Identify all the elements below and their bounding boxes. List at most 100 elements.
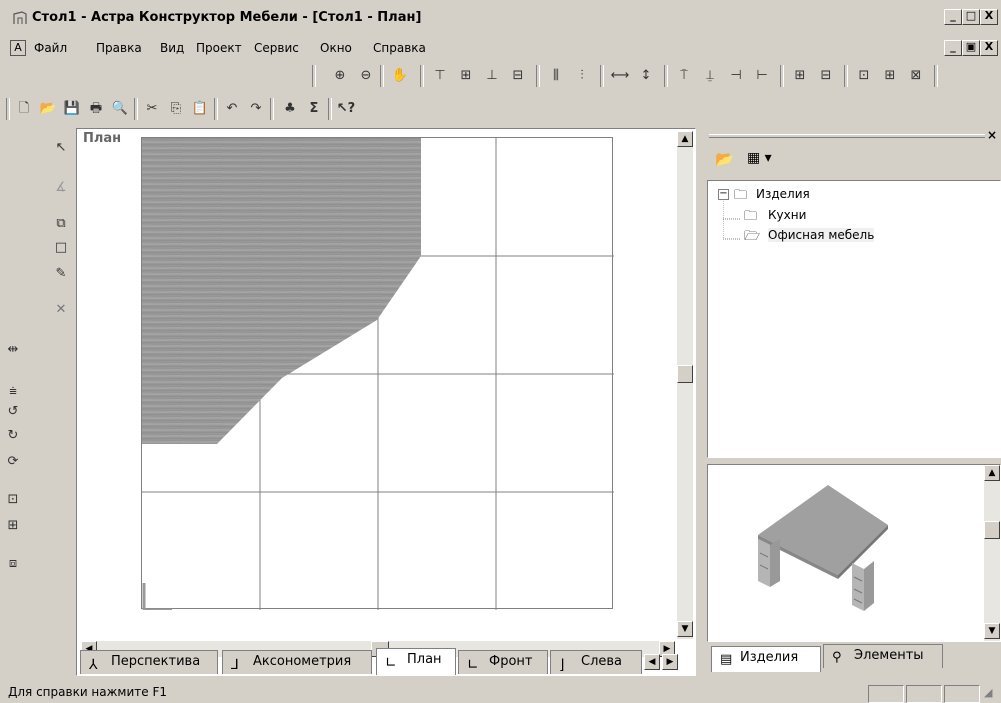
preview-vscroll-thumb[interactable] — [984, 521, 1000, 539]
status-panel-3 — [944, 685, 980, 703]
menu-file[interactable]: Файл — [34, 41, 67, 55]
align-middle-icon[interactable]: ⊞ — [456, 66, 476, 86]
distribute-h-icon[interactable]: ⫼ — [546, 66, 566, 86]
align-bottom-icon[interactable]: ⊥ — [482, 66, 502, 86]
layout-3-icon[interactable]: ⊡ — [854, 66, 874, 86]
distribute-v-icon[interactable]: ⫶ — [572, 66, 592, 86]
panel-close-icon[interactable]: × — [987, 128, 997, 142]
print-icon[interactable]: 🖶 — [86, 99, 106, 119]
tab-elements[interactable]: ⚲ Элементы — [823, 644, 943, 668]
tab-front[interactable]: ∟ Фронт — [458, 650, 548, 674]
structure-icon[interactable]: ♣ — [280, 99, 300, 119]
toolbar-separator — [600, 65, 604, 87]
delete-icon[interactable]: ✕ — [50, 300, 72, 320]
snap-left-icon[interactable]: ⊣ — [726, 66, 746, 86]
tab-plan[interactable]: ∟ План — [376, 648, 456, 675]
menu-edit[interactable]: Правка — [96, 41, 142, 55]
preview-vscrollbar[interactable]: ▲ ▼ — [984, 465, 1000, 641]
layout-4-icon[interactable]: ⊞ — [880, 66, 900, 86]
vscroll-thumb[interactable] — [677, 365, 693, 383]
doc-close-button[interactable]: X — [980, 40, 998, 56]
angle-tool-icon[interactable]: ∡ — [50, 178, 72, 198]
preview-icon[interactable]: 🔍 — [110, 99, 130, 119]
tree-collapse-icon[interactable]: − — [718, 189, 729, 200]
menu-bar: A Файл Правка Вид Проект Сервис Окно Спр… — [0, 36, 1001, 60]
left-tab-icon: ⌋ — [559, 657, 565, 673]
doc-minimize-button[interactable]: _ — [944, 40, 962, 56]
same-height-icon[interactable]: ↕ — [636, 66, 656, 86]
close-button[interactable]: X — [980, 9, 998, 25]
panel-open-icon[interactable]: 📂 — [715, 150, 734, 168]
rotate-icon[interactable]: ↻ — [2, 426, 24, 446]
same-width-icon[interactable]: ⟷ — [610, 66, 630, 86]
tree-item-products[interactable]: Изделия — [756, 187, 810, 201]
rectangle-icon[interactable]: □ — [50, 238, 72, 258]
undo-icon[interactable]: ↶ — [222, 99, 242, 119]
scroll-down-button[interactable]: ▼ — [677, 621, 693, 637]
desk-top-shape[interactable] — [142, 138, 421, 444]
minimize-button[interactable]: _ — [944, 9, 962, 25]
new-icon[interactable]: 🗋 — [14, 99, 34, 119]
layout-2-icon[interactable]: ⊟ — [816, 66, 836, 86]
sum-icon[interactable]: Σ — [304, 99, 324, 119]
menu-project[interactable]: Проект — [196, 41, 242, 55]
plan-label: План — [83, 131, 122, 146]
open-icon[interactable]: 📂 — [38, 99, 58, 119]
save-icon[interactable]: 💾 — [62, 99, 82, 119]
panel-view-mode-icon[interactable]: ▦ ▾ — [747, 150, 772, 166]
status-panel-1 — [868, 685, 904, 703]
maximize-button[interactable]: □ — [962, 9, 980, 25]
plan-canvas[interactable] — [141, 137, 614, 610]
menu-help[interactable]: Справка — [373, 41, 426, 55]
tab-products[interactable]: ▤ Изделия — [711, 646, 821, 672]
zoom-in-icon[interactable]: ⊕ — [330, 66, 350, 86]
rotate-left-icon[interactable]: ↺ — [2, 402, 24, 422]
frame-icon[interactable]: ⊡ — [2, 490, 24, 510]
menu-window[interactable]: Окно — [320, 41, 352, 55]
scroll-up-button[interactable]: ▲ — [677, 131, 693, 147]
snap-right-icon[interactable]: ⊢ — [752, 66, 772, 86]
tab-perspective[interactable]: ⅄ Перспектива — [80, 650, 218, 674]
snap-top-icon[interactable]: ⍑ — [674, 66, 694, 86]
tree-item-kitchens[interactable]: Кухни — [768, 208, 806, 222]
tab-axonometry[interactable]: ⅃ Аксонометрия — [222, 650, 372, 674]
layout-1-icon[interactable]: ⊞ — [790, 66, 810, 86]
pan-hand-icon[interactable]: ✋ — [390, 66, 410, 86]
rotate-right-icon[interactable]: ⟳ — [2, 452, 24, 472]
snap-bottom-icon[interactable]: ⍊ — [700, 66, 720, 86]
toolbar-separator — [664, 65, 668, 87]
copy-icon[interactable]: ⎘ — [166, 99, 186, 119]
tab-left[interactable]: ⌋ Слева — [550, 650, 642, 674]
align-tool-icon[interactable]: ⩧ — [2, 382, 24, 402]
redo-icon[interactable]: ↷ — [246, 99, 266, 119]
help-pointer-icon[interactable]: ↖? — [336, 99, 356, 119]
select-pointer-icon[interactable]: ↖ — [50, 138, 72, 158]
tab-axonometry-label: Аксонометрия — [253, 654, 352, 669]
tabs-scroll-left-button[interactable]: ◀ — [644, 654, 660, 670]
insert-panel-icon[interactable]: ⧉ — [50, 214, 72, 234]
folder-icon: 🗀 — [744, 209, 758, 224]
preview-scroll-down-button[interactable]: ▼ — [984, 623, 1000, 639]
move-icon[interactable]: ⇹ — [2, 340, 24, 360]
layout-5-icon[interactable]: ⊠ — [906, 66, 926, 86]
drawing-toolbar: ↖ ∡ ⧉ □ ✎ ✕ — [40, 130, 78, 330]
preview-scroll-up-button[interactable]: ▲ — [984, 465, 1000, 481]
doc-restore-button[interactable]: ▣ — [962, 40, 980, 56]
frame-2-icon[interactable]: ⊞ — [2, 516, 24, 536]
pen-icon[interactable]: ✎ — [50, 264, 72, 284]
cut-icon[interactable]: ✂ — [142, 99, 162, 119]
plan-view: План ▲ ▼ ◀ ▶ — [76, 128, 696, 676]
plan-vscrollbar[interactable]: ▲ ▼ — [677, 131, 693, 639]
properties-icon[interactable]: ⧈ — [2, 554, 24, 574]
edit-toolbar: ⇹ ⩧ ↺ ↻ ⟳ ⊡ ⊞ ⧈ — [0, 330, 38, 600]
menu-service[interactable]: Сервис — [254, 41, 299, 55]
zoom-out-icon[interactable]: ⊖ — [356, 66, 376, 86]
paste-icon[interactable]: 📋 — [190, 99, 210, 119]
tree-item-office-furniture[interactable]: Офисная мебель — [768, 228, 875, 242]
align-top-icon[interactable]: ⊤ — [430, 66, 450, 86]
tabs-scroll-right-button[interactable]: ▶ — [662, 654, 678, 670]
panel-grip[interactable] — [709, 134, 985, 138]
menu-view[interactable]: Вид — [160, 41, 184, 55]
resize-grip-icon[interactable]: ◢ — [984, 686, 992, 699]
align-center-icon[interactable]: ⊟ — [508, 66, 528, 86]
